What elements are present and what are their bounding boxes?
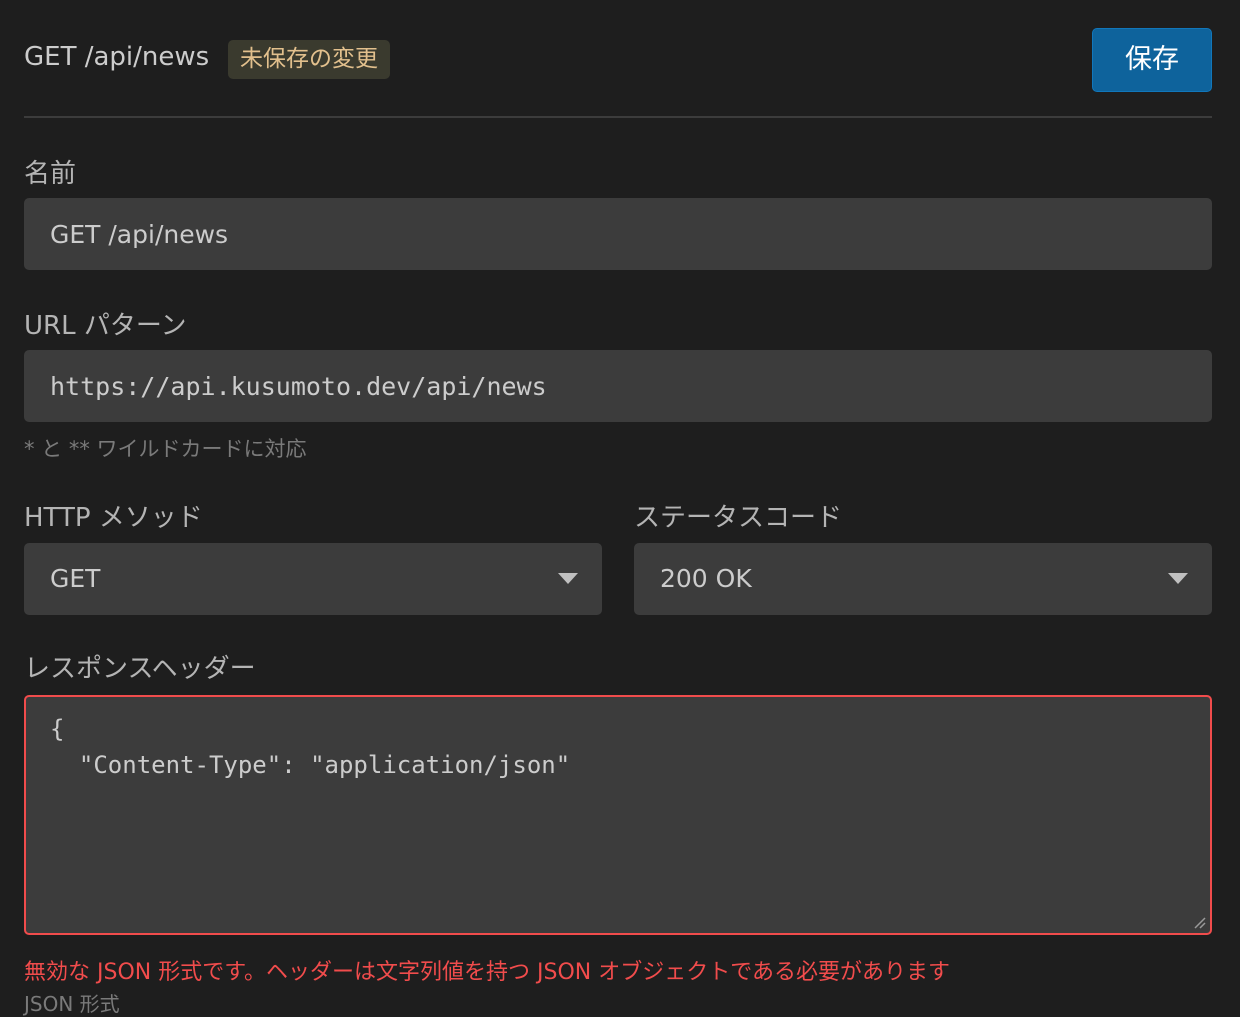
http-method-select[interactable]: GET <box>24 543 602 615</box>
page-title: GET /api/news <box>24 42 210 72</box>
status-code-select[interactable]: 200 OK <box>634 543 1212 615</box>
unsaved-changes-badge: 未保存の変更 <box>228 40 390 79</box>
response-headers-error: 無効な JSON 形式です。ヘッダーは文字列値を持つ JSON オブジェクトであ… <box>24 960 951 985</box>
response-headers-label: レスポンスヘッダー <box>24 654 256 684</box>
editor-header: GET /api/news 未保存の変更 保存 <box>24 28 1212 92</box>
name-label: 名前 <box>24 159 77 189</box>
save-button[interactable]: 保存 <box>1092 28 1212 92</box>
status-code-value: 200 OK <box>660 564 752 593</box>
chevron-down-icon <box>558 573 578 584</box>
url-pattern-hint: * と ** ワイルドカードに対応 <box>24 437 307 461</box>
url-pattern-input[interactable] <box>24 350 1212 422</box>
chevron-down-icon <box>1168 573 1188 584</box>
name-input[interactable] <box>24 198 1212 270</box>
http-method-value: GET <box>50 564 101 593</box>
response-headers-textarea[interactable]: { "Content-Type": "application/json" <box>26 697 1210 933</box>
http-method-label: HTTP メソッド <box>24 503 203 533</box>
response-headers-format-hint: JSON 形式 <box>24 992 120 1016</box>
status-code-label: ステータスコード <box>634 503 843 533</box>
resize-handle-icon[interactable] <box>1192 915 1206 929</box>
url-pattern-label: URL パターン <box>24 311 187 341</box>
header-divider <box>24 116 1212 118</box>
response-headers-editor: { "Content-Type": "application/json" <box>24 695 1212 935</box>
